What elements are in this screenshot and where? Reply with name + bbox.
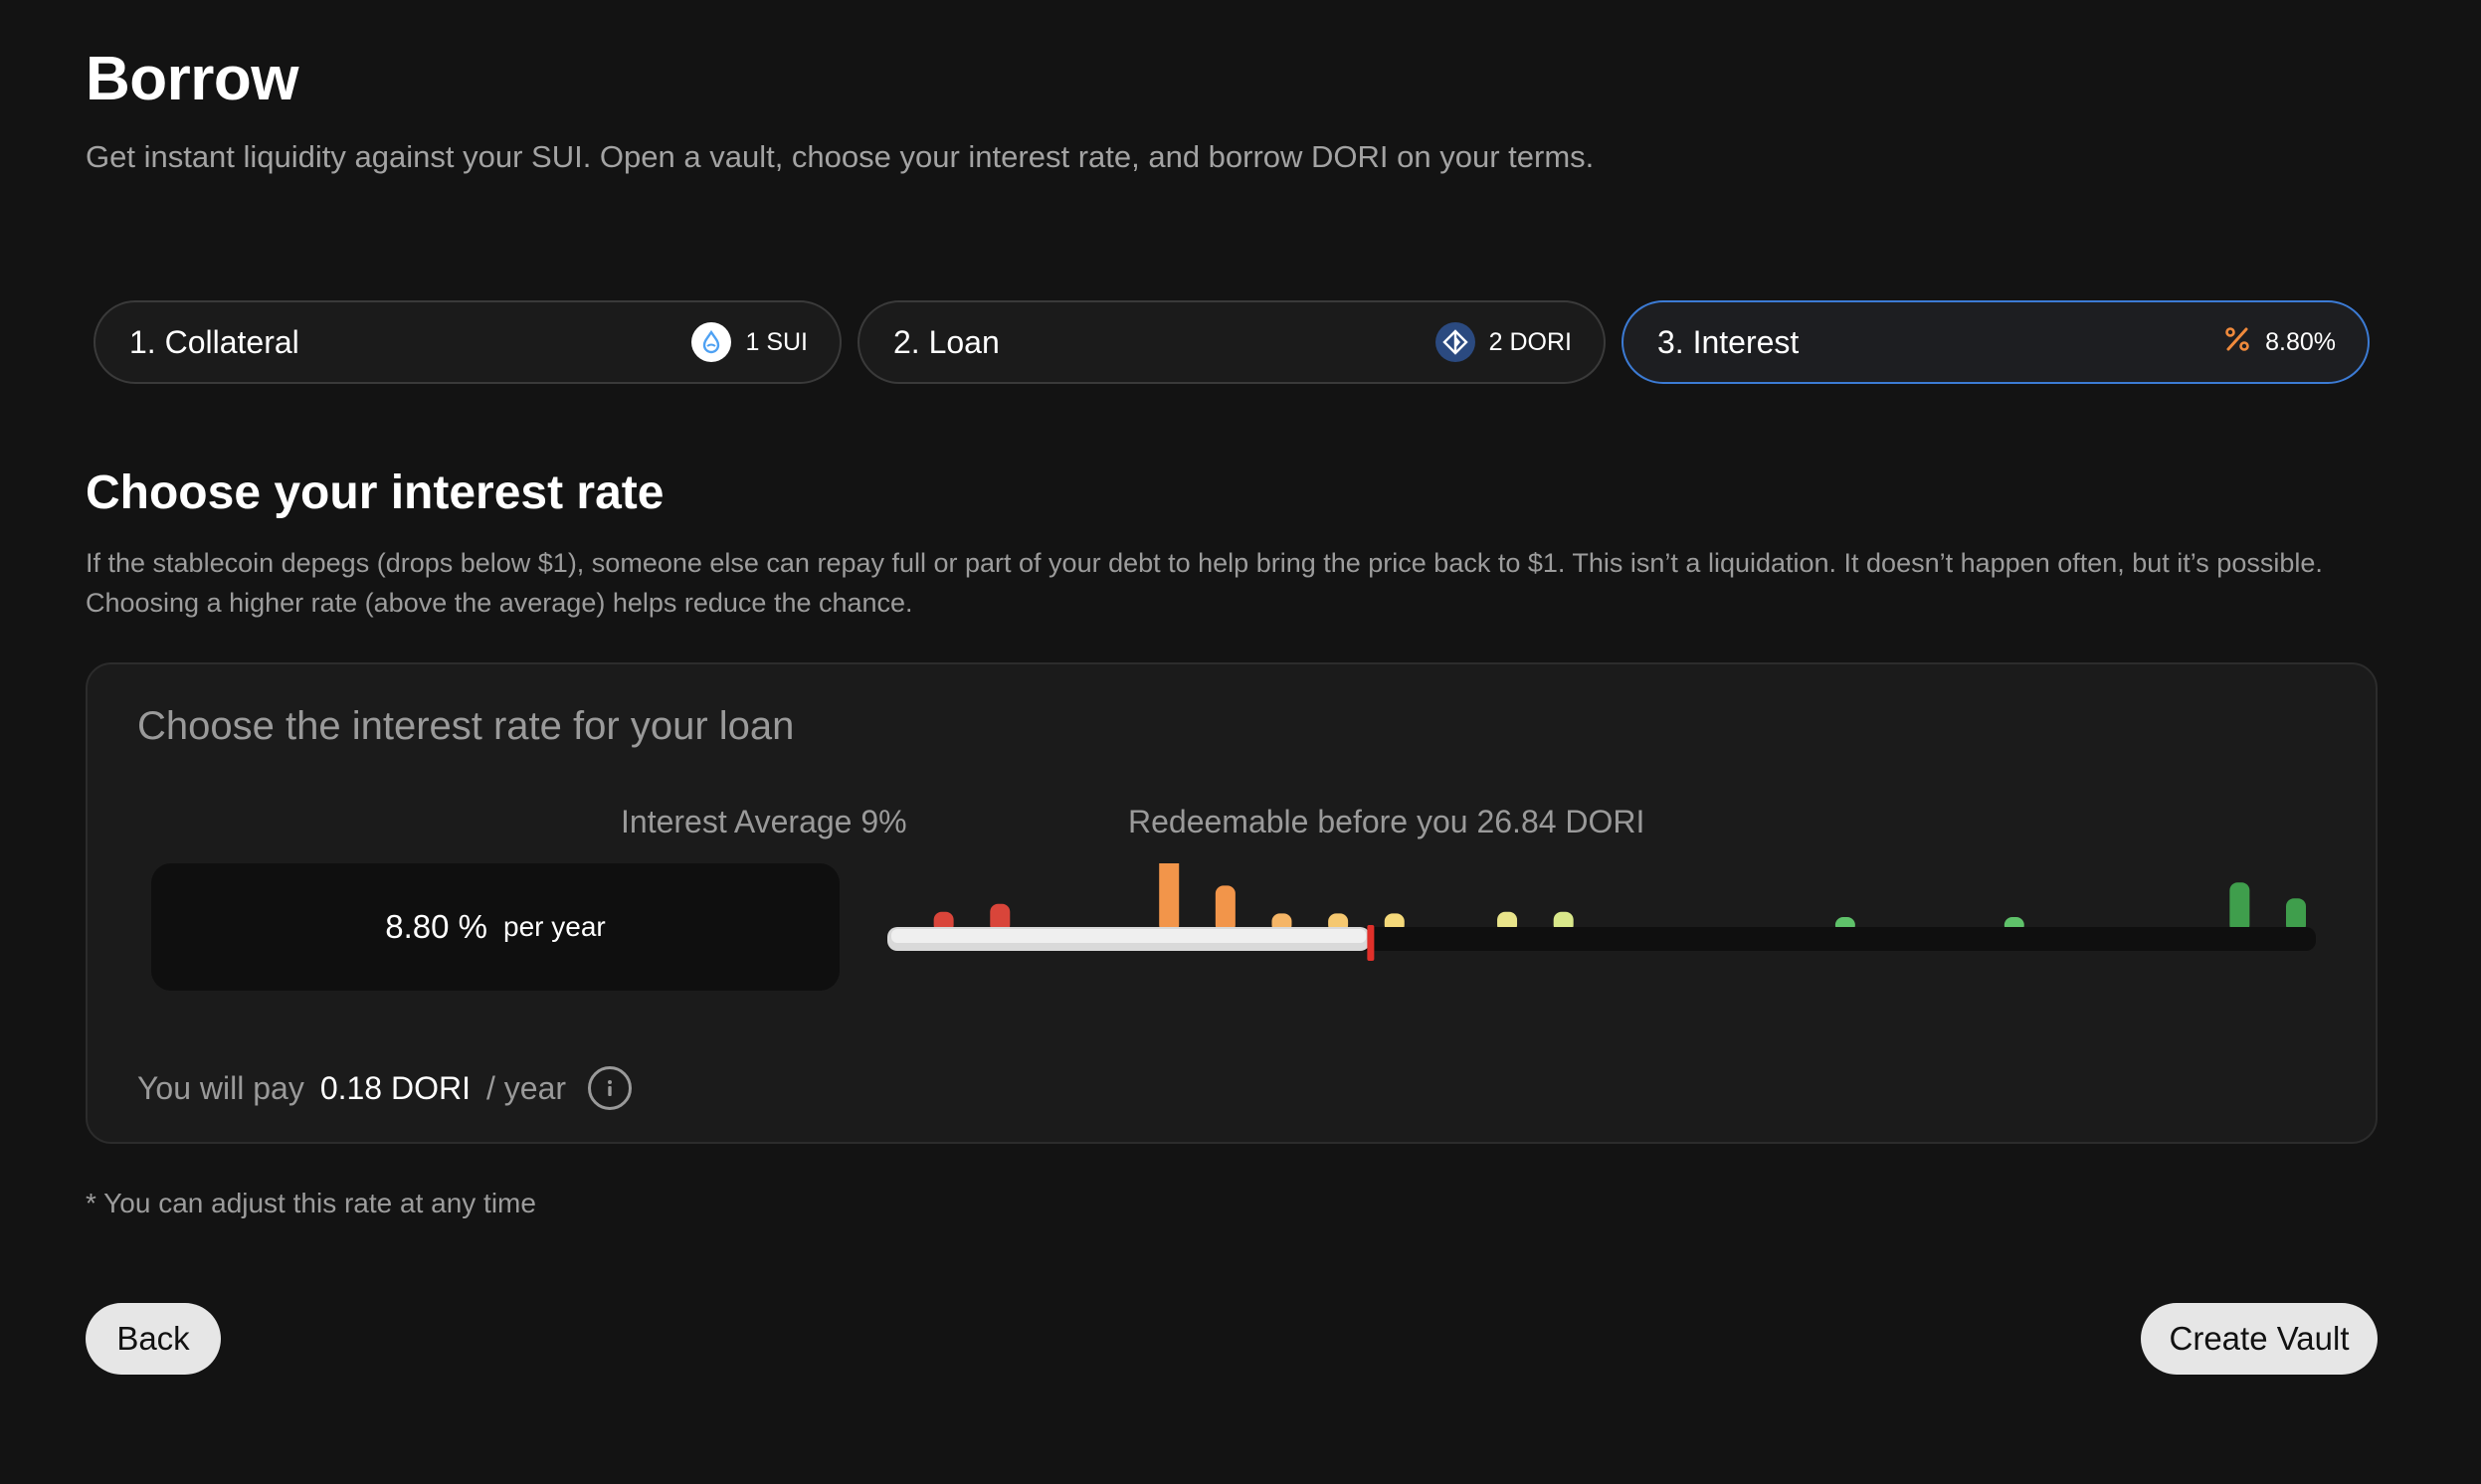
section-title: Choose your interest rate <box>86 466 665 519</box>
info-icon[interactable] <box>588 1066 633 1110</box>
step-value: 8.80% <box>2265 327 2336 356</box>
pay-amount: 0.18 DORI <box>319 1069 471 1106</box>
chart-bar <box>1215 885 1236 933</box>
borrow-page: Borrow Get instant liquidity against you… <box>0 0 2481 1484</box>
step-tabs: 1. Collateral 1 SUI 2. Loan 2 DORI 3. In… <box>94 300 2370 384</box>
redeemable-label: Redeemable before you 26.84 DORI <box>1128 804 1645 839</box>
create-vault-button[interactable]: Create Vault <box>2141 1303 2378 1375</box>
section-description: If the stablecoin depegs (drops below $1… <box>86 548 2323 618</box>
step-interest[interactable]: 3. Interest 8.80% <box>1622 300 2370 384</box>
rate-input[interactable]: 8.80 % per year <box>151 863 840 991</box>
percent-icon <box>2223 324 2251 361</box>
step-collateral[interactable]: 1. Collateral 1 SUI <box>94 300 842 384</box>
step-value-group: 8.80% <box>2223 324 2336 361</box>
step-value: 1 SUI <box>745 327 808 356</box>
pay-suffix: / year <box>485 1069 567 1106</box>
dori-coin-icon <box>1434 322 1475 362</box>
rate-unit: per year <box>503 911 606 942</box>
back-button[interactable]: Back <box>86 1303 221 1375</box>
pay-prefix: You will pay <box>137 1069 304 1106</box>
slider-handle[interactable] <box>1367 925 1375 961</box>
rate-value: 8.80 % <box>385 908 488 945</box>
page-subtitle: Get instant liquidity against your SUI. … <box>86 139 1595 174</box>
step-value: 2 DORI <box>1488 327 1572 356</box>
step-value-group: 2 DORI <box>1434 322 1572 362</box>
interest-rate-slider-chart[interactable] <box>887 863 2320 993</box>
card-title: Choose the interest rate for your loan <box>137 704 795 748</box>
step-loan[interactable]: 2. Loan 2 DORI <box>858 300 1606 384</box>
interest-rate-card: Choose the interest rate for your loan I… <box>86 662 2378 1144</box>
adjust-rate-footnote: * You can adjust this rate at any time <box>86 1188 536 1218</box>
step-value-group: 1 SUI <box>691 322 808 362</box>
sui-coin-icon <box>691 322 732 362</box>
interest-average-label: Interest Average 9% <box>621 804 907 839</box>
step-label: 1. Collateral <box>129 323 299 360</box>
pay-summary: You will pay 0.18 DORI / year <box>137 1066 633 1110</box>
slider-fill-highlight <box>891 929 1367 943</box>
step-label: 3. Interest <box>1657 323 1800 360</box>
page-title: Borrow <box>86 45 299 113</box>
chart-bar <box>1159 863 1180 933</box>
chart-bar <box>2229 882 2250 933</box>
step-label: 2. Loan <box>893 323 1000 360</box>
